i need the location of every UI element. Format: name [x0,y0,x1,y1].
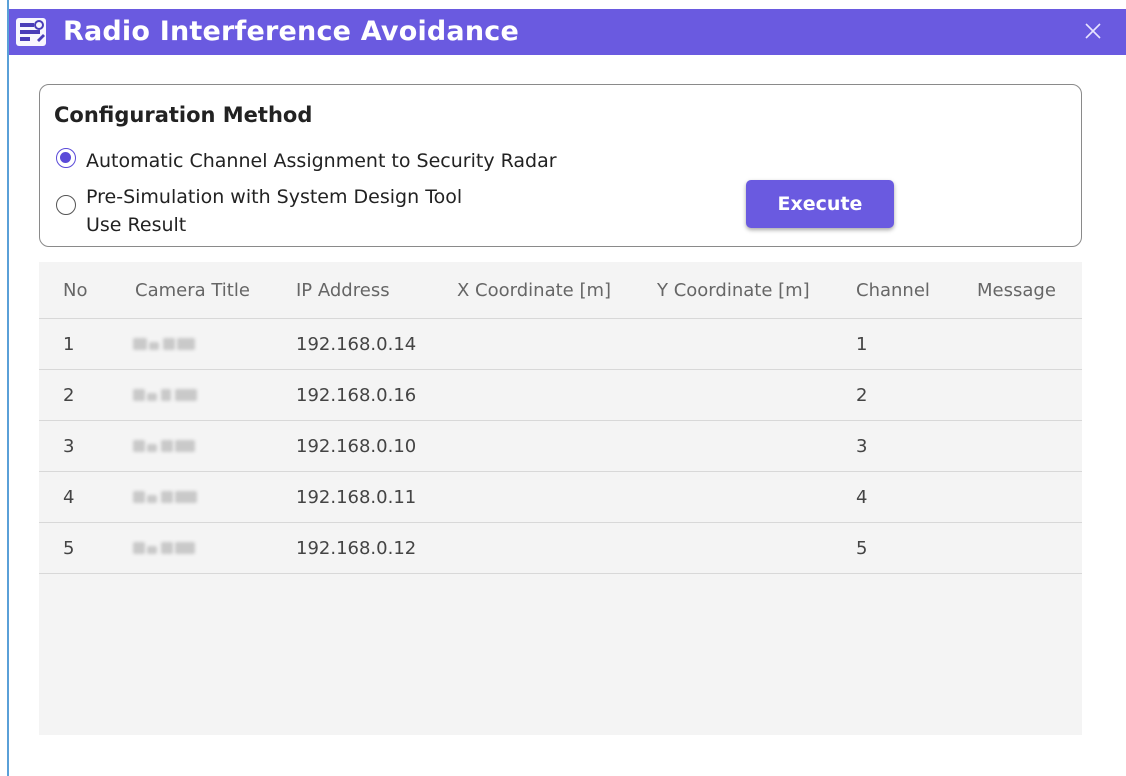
table-row[interactable]: 3 192.168.0.10 3 [39,421,1082,472]
table-row[interactable]: 1 192.168.0.14 1 [39,319,1082,370]
cell-channel: 2 [856,385,868,406]
option-automatic-channel[interactable]: Automatic Channel Assignment to Security… [56,147,557,175]
cell-no: 5 [63,538,75,559]
configuration-method-panel: Configuration Method Automatic Channel A… [39,84,1082,247]
option-automatic-channel-label: Automatic Channel Assignment to Security… [86,150,557,172]
cell-ip-address: 192.168.0.14 [296,334,417,355]
cell-ip-address: 192.168.0.12 [296,538,417,559]
radar-settings-icon [16,18,46,46]
column-header-channel[interactable]: Channel [856,280,930,301]
camera-title-redacted [133,385,203,405]
cell-no: 3 [63,436,75,457]
cell-channel: 1 [856,334,868,355]
table-row[interactable]: 4 192.168.0.11 4 [39,472,1082,523]
configuration-method-heading: Configuration Method [54,103,313,127]
background-window-edge [0,0,9,776]
cell-channel: 4 [856,487,868,508]
cell-channel: 3 [856,436,868,457]
camera-title-redacted [133,436,203,456]
option-pre-simulation[interactable]: Pre-Simulation with System Design Tool U… [56,183,462,239]
table-row[interactable]: 2 192.168.0.16 2 [39,370,1082,421]
cell-ip-address: 192.168.0.10 [296,436,417,457]
camera-title-redacted [133,334,203,354]
column-header-no[interactable]: No [63,280,87,301]
radio-interference-dialog: Radio Interference Avoidance Configurati… [9,9,1126,776]
cell-no: 2 [63,385,75,406]
close-icon[interactable] [1080,18,1106,44]
column-header-y-coordinate[interactable]: Y Coordinate [m] [657,280,810,301]
column-header-message[interactable]: Message [977,280,1056,301]
execute-button[interactable]: Execute [746,180,894,228]
radio-automatic-channel[interactable] [56,148,76,168]
column-header-x-coordinate[interactable]: X Coordinate [m] [457,280,611,301]
camera-channel-table: No Camera Title IP Address X Coordinate … [39,262,1082,735]
title-bar[interactable]: Radio Interference Avoidance [9,9,1126,55]
camera-title-redacted [133,538,203,558]
option-pre-simulation-line1: Pre-Simulation with System Design Tool [86,186,463,208]
table-row[interactable]: 5 192.168.0.12 5 [39,523,1082,574]
table-header: No Camera Title IP Address X Coordinate … [39,262,1082,319]
column-header-camera-title[interactable]: Camera Title [135,280,250,301]
cell-no: 4 [63,487,75,508]
camera-title-redacted [133,487,203,507]
radio-pre-simulation[interactable] [56,195,76,215]
cell-no: 1 [63,334,75,355]
option-pre-simulation-label: Pre-Simulation with System Design Tool U… [76,183,462,239]
option-pre-simulation-line2: Use Result [86,214,187,236]
cell-ip-address: 192.168.0.16 [296,385,417,406]
column-header-ip-address[interactable]: IP Address [296,280,390,301]
window-title: Radio Interference Avoidance [63,16,519,47]
cell-ip-address: 192.168.0.11 [296,487,417,508]
cell-channel: 5 [856,538,868,559]
